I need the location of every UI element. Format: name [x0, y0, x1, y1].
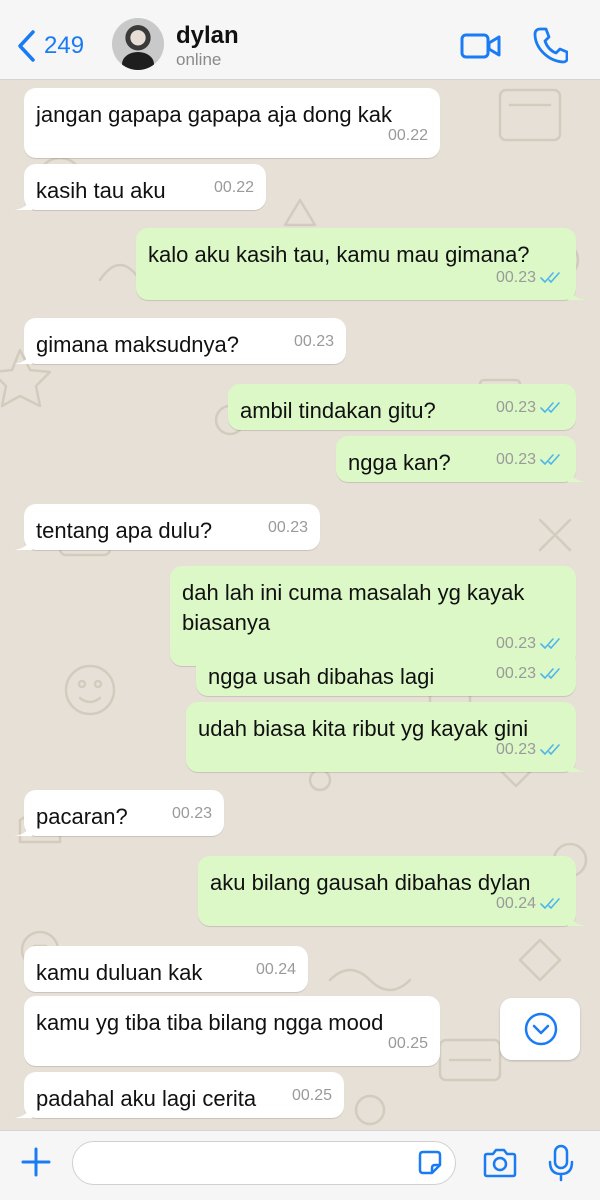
incoming-message[interactable]: kasih tau aku 00.22 [14, 164, 266, 210]
outgoing-message[interactable]: kalo aku kasih tau, kamu mau gimana? 00.2… [136, 228, 586, 300]
video-camera-icon[interactable] [460, 30, 502, 62]
message-time: 00.22 [213, 179, 254, 196]
incoming-message[interactable]: jangan gapapa gapapa aja dong kak 00.22 [24, 88, 440, 158]
incoming-message[interactable]: gimana maksudnya? 00.23 [14, 318, 346, 364]
microphone-icon[interactable] [548, 1144, 574, 1182]
message-time: 00.24 [255, 961, 296, 978]
message-text: padahal aku lagi cerita [36, 1086, 257, 1111]
phone-icon[interactable] [532, 26, 568, 64]
message-meta: 00.23 [172, 799, 212, 829]
message-input[interactable] [72, 1141, 456, 1185]
plus-icon[interactable] [20, 1146, 52, 1178]
incoming-message[interactable]: padahal aku lagi cerita 00.25 [14, 1072, 344, 1118]
read-receipt-icon [540, 272, 560, 283]
chevron-left-icon [18, 30, 35, 62]
message-meta: 00.24 [496, 889, 564, 919]
incoming-message[interactable]: kamu yg tiba tiba bilang ngga mood 00.25 [24, 996, 440, 1066]
message-meta: 00.22 [388, 121, 428, 151]
message-time: 00.23 [171, 805, 212, 822]
message-list[interactable]: jangan gapapa gapapa aja dong kak 00.22 ka… [0, 80, 600, 1130]
message-text: kamu yg tiba tiba bilang ngga mood [36, 1010, 384, 1035]
contact-name[interactable]: dylan [176, 22, 239, 50]
message-time: 00.23 [495, 399, 536, 416]
read-receipt-icon [540, 744, 560, 755]
read-receipt-icon [540, 402, 560, 413]
outgoing-message[interactable]: ngga usah dibahas lagi 00.23 [196, 650, 576, 696]
bubble-tail [14, 820, 32, 836]
read-receipt-icon [540, 638, 560, 649]
bubble-tail [14, 194, 32, 210]
chat-header: 249 dylan online [0, 0, 600, 80]
bubble-tail [568, 756, 586, 772]
read-receipt-icon [540, 668, 560, 679]
bubble-tail [568, 466, 586, 482]
incoming-message[interactable]: pacaran? 00.23 [14, 790, 224, 836]
composer-bar [0, 1130, 600, 1200]
bubble-tail [14, 1102, 32, 1118]
avatar[interactable] [112, 18, 164, 70]
message-text: jangan gapapa gapapa aja dong kak [36, 102, 392, 127]
outgoing-message[interactable]: udah biasa kita ribut yg kayak gini 00.23 [186, 702, 586, 772]
outgoing-message[interactable]: aku bilang gausah dibahas dylan 00.24 [198, 856, 586, 926]
message-time: 00.25 [291, 1087, 332, 1104]
message-meta: 00.23 [496, 735, 564, 765]
message-time: 00.23 [495, 269, 536, 286]
contact-status: online [176, 50, 222, 69]
outgoing-message[interactable]: ngga kan? 00.23 [336, 436, 586, 482]
outgoing-message[interactable]: ambil tindakan gitu? 00.23 [228, 384, 576, 430]
message-time: 00.23 [293, 333, 334, 350]
message-meta: 00.25 [388, 1029, 428, 1059]
scroll-to-bottom-button[interactable] [500, 998, 580, 1060]
read-receipt-icon [540, 898, 560, 909]
message-meta: 00.23 [496, 393, 564, 423]
message-meta: 00.23 [268, 513, 308, 543]
sticker-icon[interactable] [416, 1149, 444, 1177]
bubble-tail [14, 348, 32, 364]
message-meta: 00.23 [496, 263, 564, 293]
message-meta: 00.23 [496, 445, 564, 475]
message-time: 00.23 [267, 519, 308, 536]
read-receipt-icon [540, 454, 560, 465]
message-meta: 00.23 [496, 659, 564, 689]
incoming-message[interactable]: tentang apa dulu? 00.23 [14, 504, 320, 550]
message-time: 00.25 [387, 1035, 428, 1052]
message-meta: 00.22 [214, 173, 254, 203]
incoming-message[interactable]: kamu duluan kak 00.24 [24, 946, 308, 992]
message-time: 00.23 [495, 451, 536, 468]
back-button[interactable]: 249 [16, 28, 84, 64]
message-time: 00.22 [387, 127, 428, 144]
message-text: gimana maksudnya? [36, 332, 240, 357]
bubble-tail [14, 534, 32, 550]
bubble-tail [568, 284, 586, 300]
message-time: 00.24 [495, 895, 536, 912]
chevron-down-icon [524, 1012, 558, 1046]
message-time: 00.23 [495, 665, 536, 682]
message-meta: 00.23 [294, 327, 334, 357]
message-meta: 00.24 [256, 955, 296, 985]
unread-count: 249 [44, 32, 85, 59]
message-time: 00.23 [495, 741, 536, 758]
message-meta: 00.25 [292, 1081, 332, 1111]
camera-icon[interactable] [482, 1147, 518, 1179]
bubble-tail [568, 910, 586, 926]
